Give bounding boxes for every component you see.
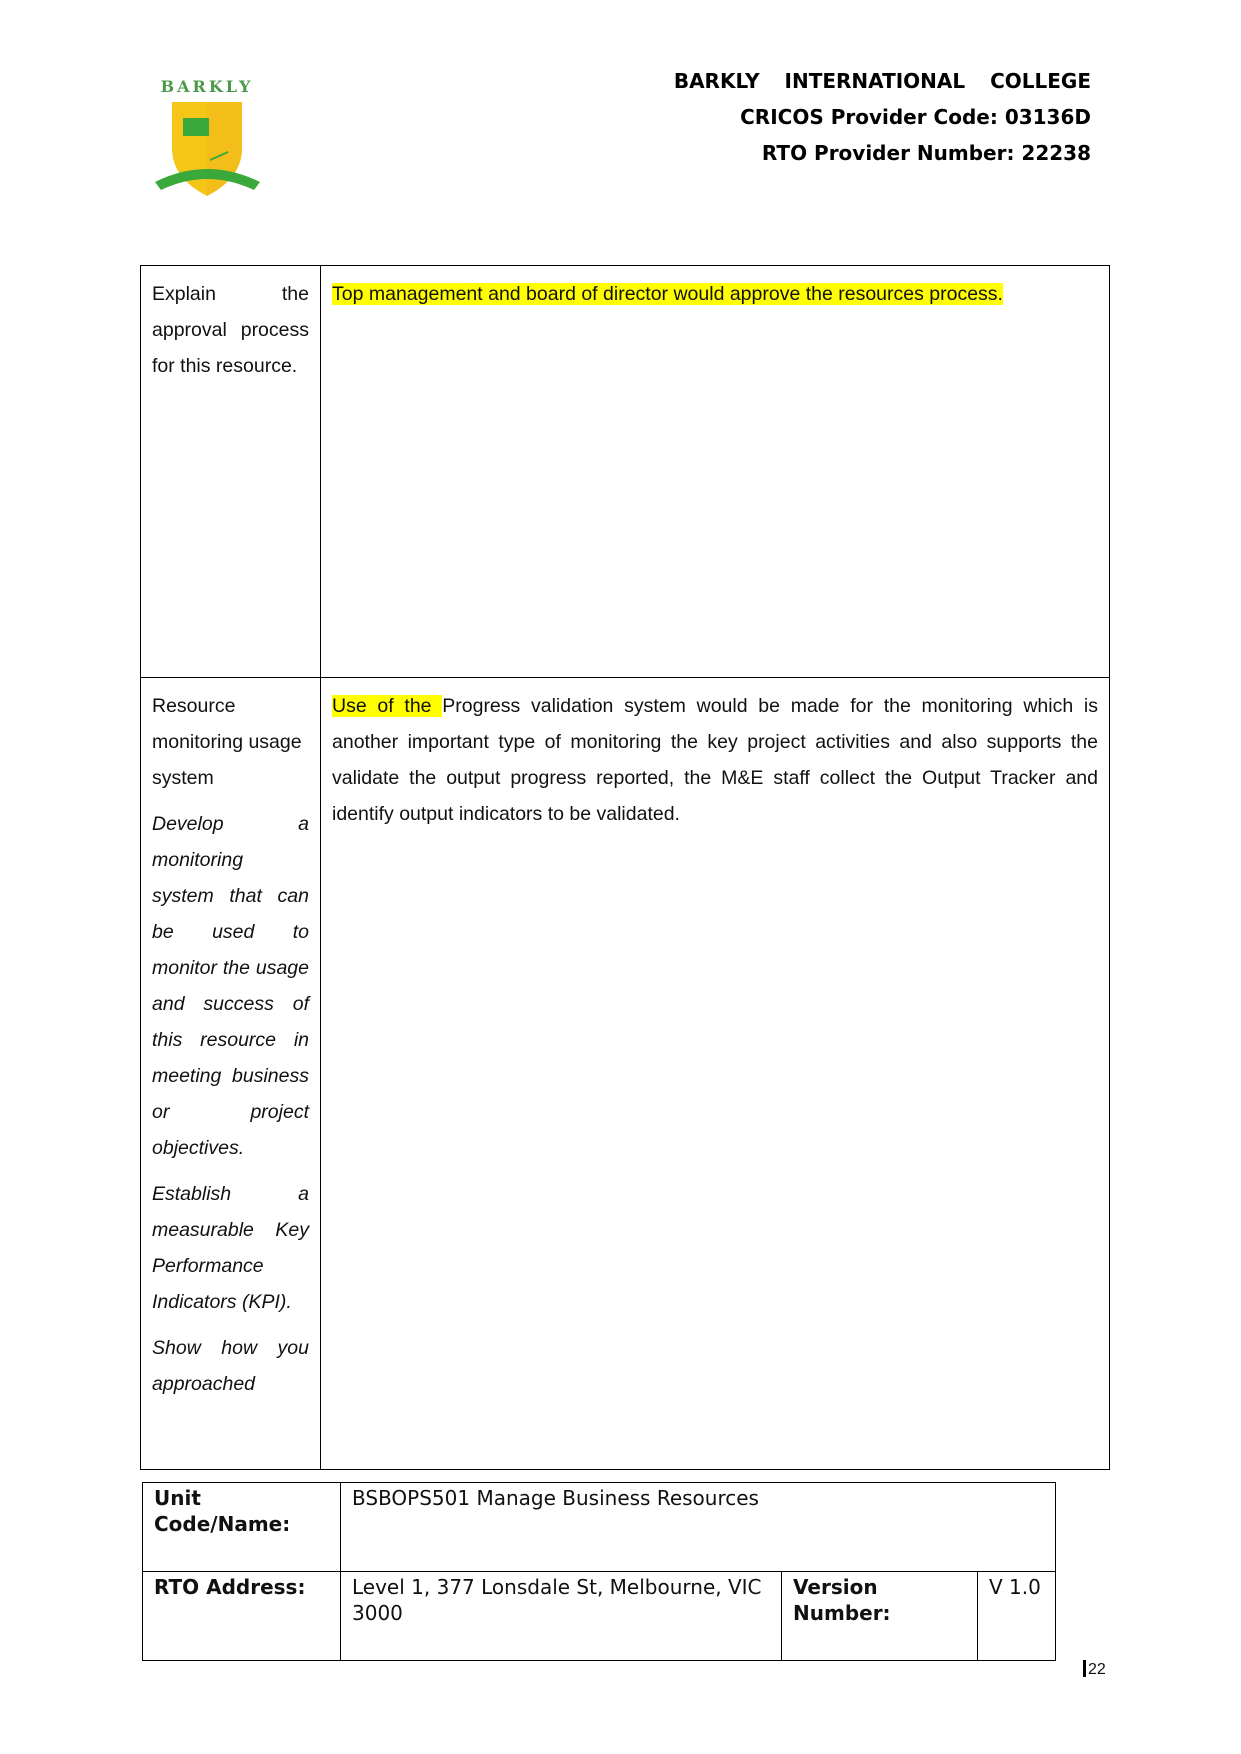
answer-text: Progress validation system would be made… — [332, 695, 1098, 825]
answer-cell[interactable]: Use of the Progress validation system wo… — [320, 677, 1110, 1470]
version-label: Version Number: — [781, 1571, 978, 1661]
table-row: Resource monitoring usage system Develop… — [140, 677, 1110, 1470]
document-footer-table: Unit Code/Name: BSBOPS501 Manage Busines… — [142, 1482, 1056, 1661]
question-instruction: Show how you approached — [152, 1337, 309, 1395]
institution-name: BARKLY INTERNATIONAL COLLEGE — [673, 69, 1091, 93]
question-instruction: Establish a measurable Key Performance I… — [152, 1183, 309, 1313]
assessment-table: Explain the approval process for this re… — [140, 265, 1110, 1470]
footer-row: RTO Address: Level 1, 377 Lonsdale St, M… — [142, 1571, 1056, 1661]
answer-highlight: Use of the — [332, 695, 443, 717]
footer-row: Unit Code/Name: BSBOPS501 Manage Busines… — [142, 1482, 1056, 1572]
page-number: 22 — [1083, 1660, 1106, 1679]
address-label: RTO Address: — [142, 1571, 341, 1661]
answer-highlight: Top management and board of director wou… — [332, 283, 1003, 305]
barkly-logo: BARKLY — [150, 70, 265, 205]
question-instruction: Develop a monitoring system that can be … — [152, 813, 309, 1159]
rto-number: RTO Provider Number: 22238 — [761, 141, 1091, 165]
shield-crest-icon: BARKLY — [155, 77, 260, 196]
question-text: Explain the approval process for this re… — [152, 283, 309, 377]
unit-value: BSBOPS501 Manage Business Resources — [340, 1482, 1056, 1572]
question-cell: Explain the approval process for this re… — [140, 265, 321, 678]
table-row: Explain the approval process for this re… — [140, 265, 1110, 678]
page-number-text: 22 — [1088, 1661, 1106, 1678]
version-value: V 1.0 — [977, 1571, 1056, 1661]
logo-text: BARKLY — [161, 77, 254, 96]
address-value: Level 1, 377 Lonsdale St, Melbourne, VIC… — [340, 1571, 782, 1661]
question-title: Resource monitoring usage system — [152, 695, 302, 789]
page-number-divider — [1083, 1660, 1086, 1677]
question-cell: Resource monitoring usage system Develop… — [140, 677, 321, 1470]
unit-label: Unit Code/Name: — [142, 1482, 341, 1572]
answer-cell[interactable]: Top management and board of director wou… — [320, 265, 1110, 678]
cricos-code: CRICOS Provider Code: 03136D — [740, 105, 1091, 129]
